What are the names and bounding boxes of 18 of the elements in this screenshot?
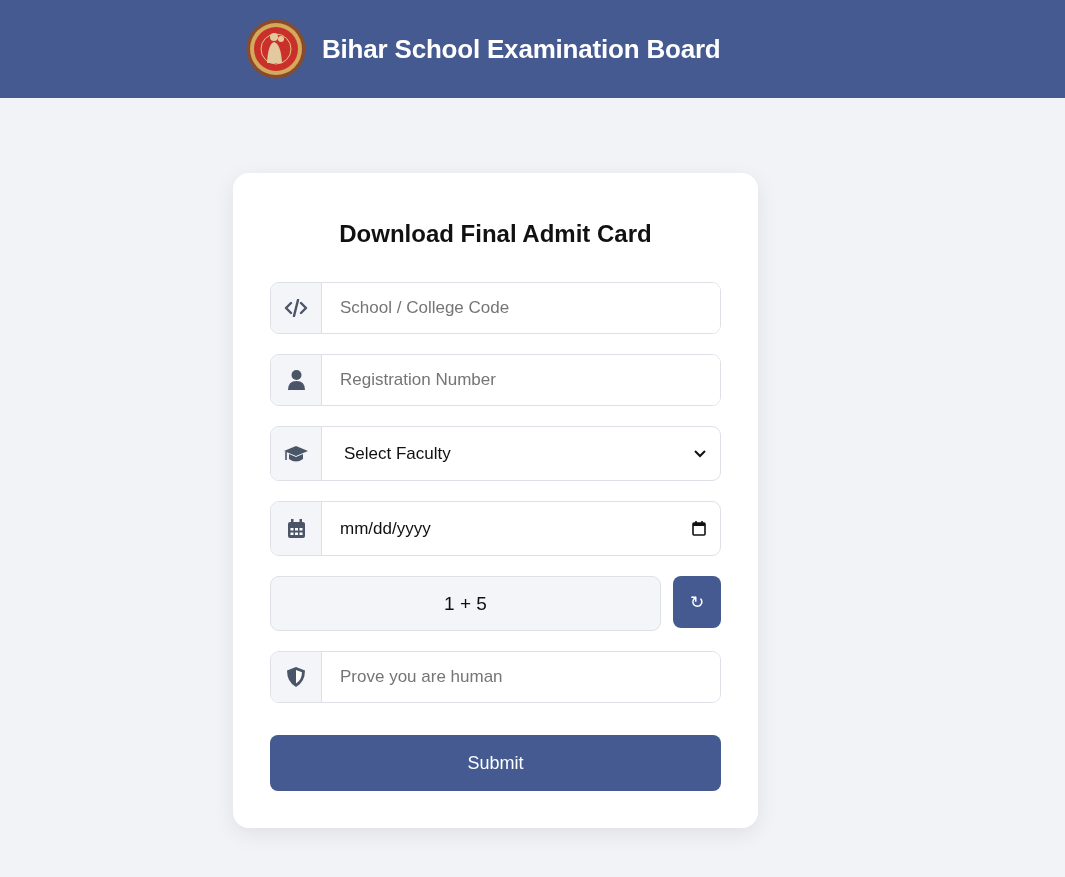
calendar-icon [287, 519, 305, 538]
input-field[interactable]: School / College Code [270, 282, 721, 334]
captcha-question: 1 + 5 [270, 576, 661, 631]
submit-button[interactable]: Submit [270, 735, 721, 791]
graduation-cap-icon [284, 444, 308, 463]
user-icon [287, 370, 305, 390]
shield-icon [287, 667, 305, 687]
code-icon [284, 299, 308, 317]
input-field[interactable]: Registration Number [270, 354, 721, 406]
emblem-icon [246, 19, 306, 79]
site-title: Bihar School Examination Board [322, 33, 721, 65]
form-title: Download Final Admit Card [338, 219, 653, 249]
date-field[interactable]: mm/dd/yyyy [270, 501, 721, 556]
calendar-icon[interactable] [692, 521, 706, 536]
faculty-select[interactable]: Select Faculty [270, 426, 721, 481]
input-field[interactable]: Prove you are human [270, 651, 721, 703]
refresh-button[interactable]: ↻ [673, 576, 721, 628]
chevron-down-icon [694, 449, 706, 458]
